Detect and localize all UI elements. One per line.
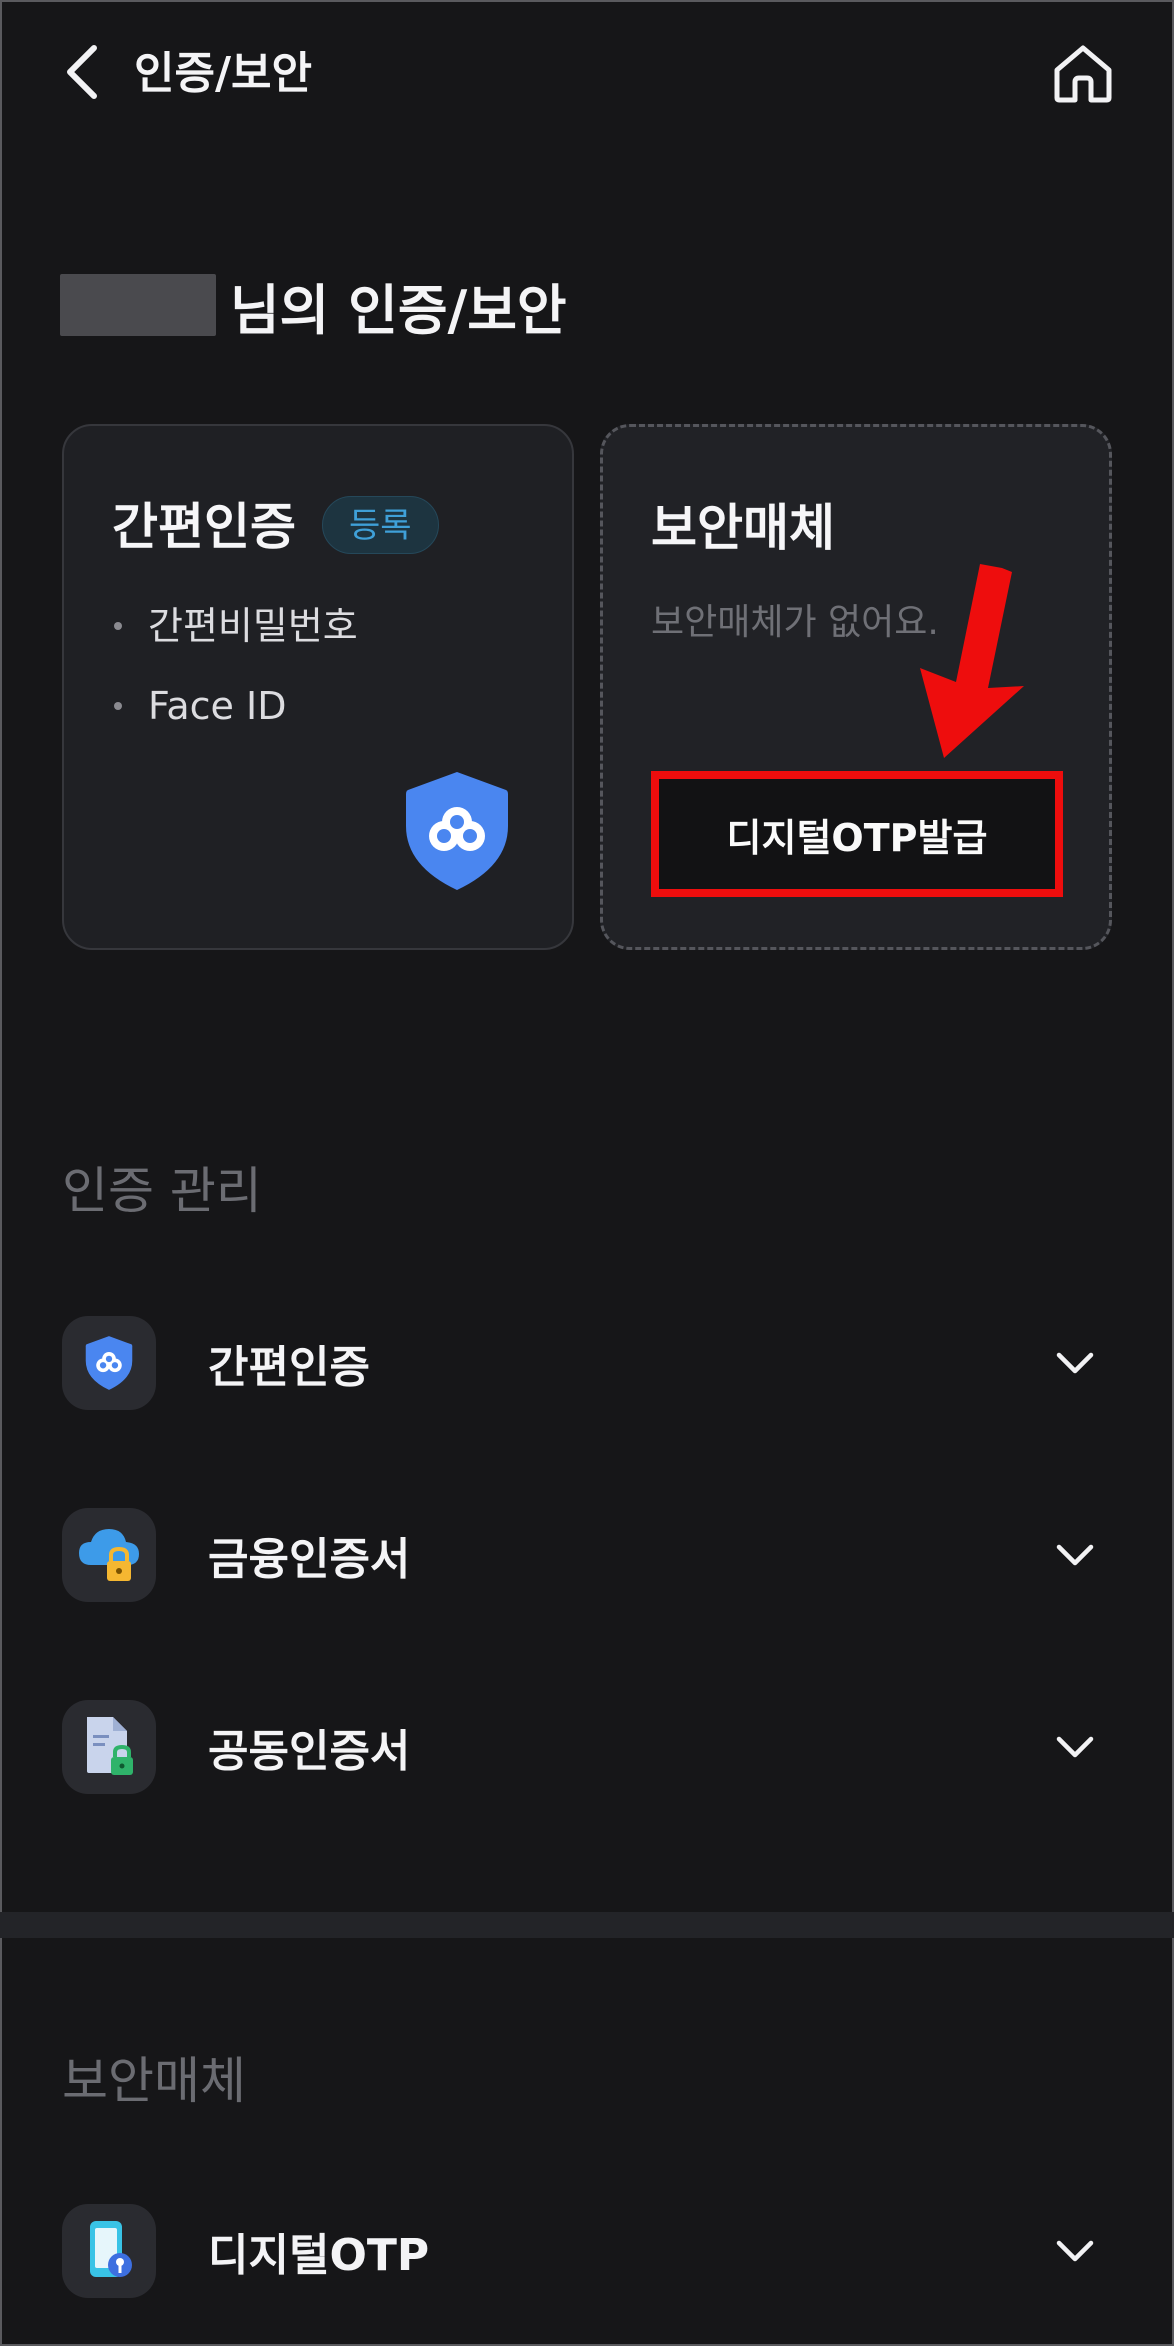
chevron-down-icon[interactable] (1050, 2226, 1100, 2276)
shield-cloud-icon (406, 772, 508, 890)
shield-cloud-icon (85, 1336, 133, 1390)
top-app-bar: 인증/보안 (0, 0, 1174, 150)
section-divider (0, 1912, 1174, 1938)
phone-key-icon (90, 2221, 132, 2277)
registered-badge: 등록 (322, 496, 439, 554)
cloud-lock-icon (79, 1529, 139, 1581)
chevron-down-icon[interactable] (1050, 1338, 1100, 1388)
row-label: 간편인증 (208, 1342, 370, 1393)
row-joint-certificate[interactable]: 공동인증서 (62, 1692, 1112, 1802)
greeting: 님의 인증/보안 (60, 270, 567, 342)
simple-auth-card[interactable]: 간편인증 등록 간편비밀번호 Face ID (62, 424, 574, 950)
row-icon (62, 1700, 156, 1794)
masked-user-name (60, 274, 216, 336)
chevron-left-icon (67, 45, 97, 99)
issue-digital-otp-label: 디지털OTP발급 (726, 815, 988, 860)
row-digital-otp[interactable]: 디지털OTP (62, 2196, 1112, 2306)
back-button[interactable] (56, 40, 108, 104)
home-icon (1054, 45, 1112, 103)
row-label: 디지털OTP (208, 2230, 430, 2281)
row-label: 금융인증서 (208, 1534, 411, 1585)
list-item: Face ID (114, 666, 358, 746)
chevron-down-icon[interactable] (1050, 1530, 1100, 1580)
row-simple-auth[interactable]: 간편인증 (62, 1308, 1112, 1418)
home-button[interactable] (1050, 40, 1116, 106)
row-icon (62, 2204, 156, 2298)
no-media-text: 보안매체가 없어요. (651, 602, 939, 643)
row-label: 공동인증서 (208, 1726, 411, 1777)
bullet-icon (114, 622, 122, 630)
row-icon (62, 1508, 156, 1602)
row-financial-certificate[interactable]: 금융인증서 (62, 1500, 1112, 1610)
security-media-card-title: 보안매체 (651, 499, 835, 557)
chevron-down-icon[interactable] (1050, 1722, 1100, 1772)
simple-auth-card-title: 간편인증 (112, 498, 296, 556)
document-lock-icon (87, 1717, 133, 1775)
arrow-annotation-icon (920, 564, 1024, 758)
bullet-icon (114, 702, 122, 710)
simple-auth-method-list: 간편비밀번호 Face ID (114, 586, 358, 746)
list-item: 간편비밀번호 (114, 586, 358, 666)
security-media-section-title: 보안매체 (62, 2052, 246, 2110)
page-title: 인증/보안 (134, 48, 312, 99)
issue-digital-otp-button[interactable]: 디지털OTP발급 (651, 771, 1063, 897)
auth-management-section-title: 인증 관리 (62, 1162, 262, 1220)
greeting-text: 님의 인증/보안 (230, 278, 567, 342)
row-icon (62, 1316, 156, 1410)
